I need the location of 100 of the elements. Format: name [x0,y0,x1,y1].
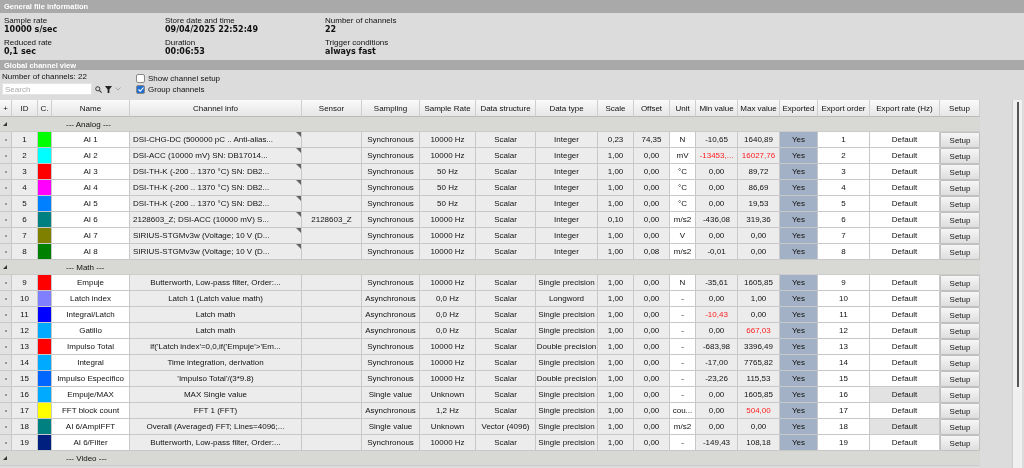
color-swatch[interactable] [38,244,52,260]
setup-button[interactable]: Setup [940,164,980,180]
table-cell[interactable]: AI 3 [52,164,130,180]
column-header[interactable]: Scale [598,100,634,117]
table-cell[interactable]: N [670,275,696,291]
color-swatch[interactable] [38,435,52,451]
table-cell[interactable]: Default [870,228,940,244]
row-handle[interactable] [0,132,12,148]
column-header[interactable]: Channel info [130,100,302,117]
setup-button[interactable]: Setup [940,244,980,260]
table-cell[interactable]: AI 4 [52,180,130,196]
table-cell[interactable]: AI 6/Filter [52,435,130,451]
table-cell[interactable]: Empuje/MAX [52,387,130,403]
color-swatch[interactable] [38,291,52,307]
table-cell[interactable]: m/s2 [670,244,696,260]
setup-button[interactable]: Setup [940,196,980,212]
table-cell[interactable]: - [670,371,696,387]
table-cell[interactable]: Yes [780,339,818,355]
column-header[interactable]: Max value [738,100,780,117]
table-cell[interactable]: Default [870,387,940,403]
table-cell[interactable]: AI 7 [52,228,130,244]
table-cell[interactable]: °C [670,196,696,212]
column-header[interactable]: Export rate (Hz) [870,100,940,117]
row-handle[interactable] [0,148,12,164]
setup-button[interactable]: Setup [940,435,980,451]
color-swatch[interactable] [38,387,52,403]
column-header[interactable]: Sampling [362,100,420,117]
color-swatch[interactable] [38,196,52,212]
table-cell[interactable]: Default [870,244,940,260]
color-swatch[interactable] [38,148,52,164]
column-header[interactable]: Data type [536,100,598,117]
row-handle[interactable] [0,387,12,403]
color-swatch[interactable] [38,355,52,371]
checkbox[interactable] [136,85,145,94]
setup-button[interactable]: Setup [940,275,980,291]
table-cell[interactable]: 18 [818,419,870,435]
setup-button[interactable]: Setup [940,355,980,371]
table-cell[interactable]: Yes [780,435,818,451]
scrollbar-thumb[interactable] [1016,102,1019,387]
table-cell[interactable]: 7 [818,228,870,244]
setup-button[interactable]: Setup [940,291,980,307]
checkbox[interactable] [136,74,145,83]
row-handle[interactable] [0,403,12,419]
table-cell[interactable]: Default [870,435,940,451]
search-icon[interactable] [95,85,102,93]
column-header[interactable]: C. [38,100,52,117]
column-header[interactable]: Sensor [302,100,362,117]
color-swatch[interactable] [38,180,52,196]
table-cell[interactable]: Empuje [52,275,130,291]
table-cell[interactable]: - [670,339,696,355]
column-header[interactable]: Name [52,100,130,117]
table-cell[interactable]: Yes [780,132,818,148]
column-header[interactable]: + [0,100,12,117]
table-cell[interactable]: AI 1 [52,132,130,148]
table-cell[interactable]: Yes [780,244,818,260]
table-cell[interactable]: Yes [780,148,818,164]
table-cell[interactable]: m/s2 [670,212,696,228]
table-cell[interactable]: Yes [780,228,818,244]
table-cell[interactable]: 15 [818,371,870,387]
table-cell[interactable]: Default [870,180,940,196]
table-cell[interactable]: AI 5 [52,196,130,212]
group-row[interactable]: --- Video --- [0,451,980,466]
setup-button[interactable]: Setup [940,387,980,403]
table-cell[interactable]: cou... [670,403,696,419]
table-cell[interactable]: 6 [818,212,870,228]
color-swatch[interactable] [38,323,52,339]
row-handle[interactable] [0,180,12,196]
column-header[interactable]: Min value [696,100,738,117]
table-cell[interactable]: - [670,323,696,339]
table-cell[interactable]: N [670,132,696,148]
setup-button[interactable]: Setup [940,212,980,228]
setup-button[interactable]: Setup [940,403,980,419]
table-cell[interactable]: 16 [818,387,870,403]
table-cell[interactable]: Gatillo [52,323,130,339]
color-swatch[interactable] [38,307,52,323]
table-cell[interactable]: Yes [780,323,818,339]
table-cell[interactable]: Integral/Latch [52,307,130,323]
table-cell[interactable]: Default [870,419,940,435]
column-header[interactable]: Unit [670,100,696,117]
table-cell[interactable]: - [670,291,696,307]
color-swatch[interactable] [38,212,52,228]
column-header[interactable]: Offset [634,100,670,117]
table-cell[interactable]: Latch index [52,291,130,307]
setup-button[interactable]: Setup [940,419,980,435]
group-row[interactable]: --- Analog --- [0,117,980,132]
setup-button[interactable]: Setup [940,307,980,323]
table-cell[interactable]: Default [870,371,940,387]
column-header[interactable]: ID [12,100,38,117]
table-cell[interactable]: mV [670,148,696,164]
color-swatch[interactable] [38,132,52,148]
table-cell[interactable]: Yes [780,387,818,403]
table-cell[interactable]: Default [870,132,940,148]
color-swatch[interactable] [38,403,52,419]
table-cell[interactable]: Default [870,196,940,212]
table-cell[interactable]: m/s2 [670,419,696,435]
table-cell[interactable]: 11 [818,307,870,323]
table-cell[interactable]: Impulso Especifico [52,371,130,387]
table-cell[interactable]: 1 [818,132,870,148]
row-handle[interactable] [0,435,12,451]
table-cell[interactable]: 13 [818,339,870,355]
